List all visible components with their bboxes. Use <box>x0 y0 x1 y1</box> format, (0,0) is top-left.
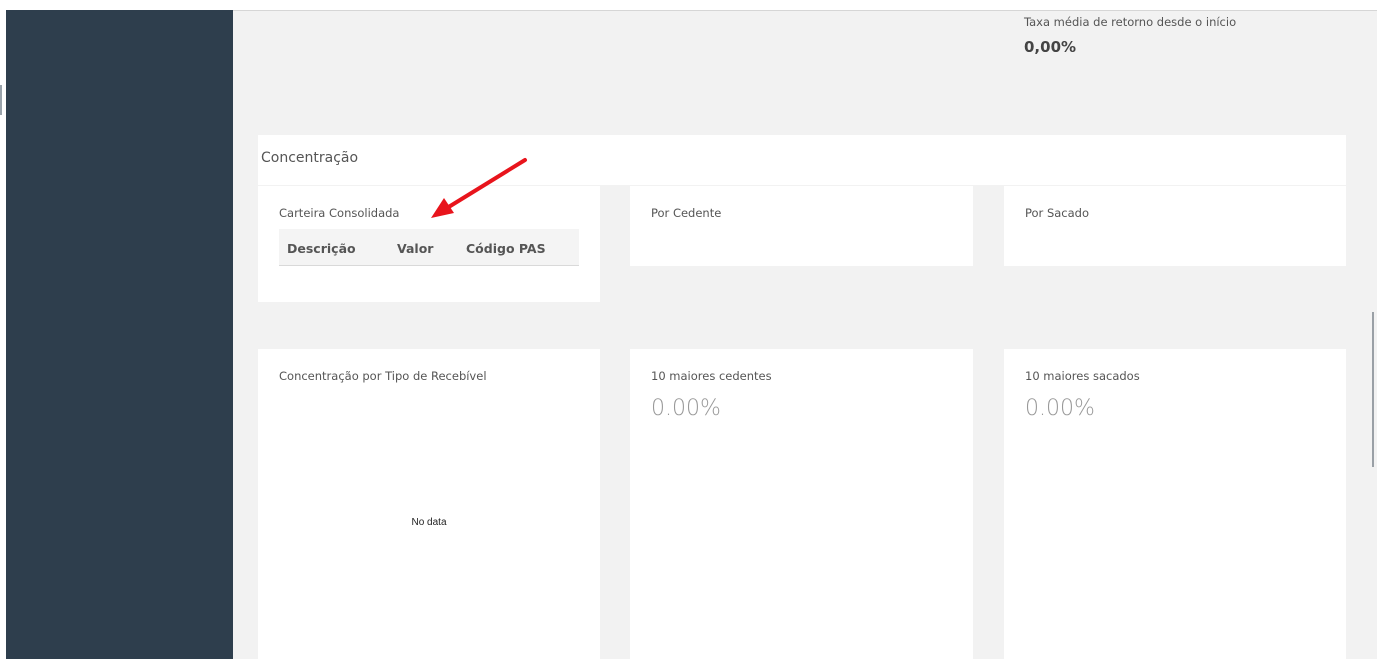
por-sacado-card: Por Sacado <box>1004 186 1346 266</box>
por-cedente-title: Por Cedente <box>651 206 722 220</box>
maiores-sacados-value: 0.00% <box>1025 396 1095 421</box>
concentracao-header: Concentração <box>258 135 1346 185</box>
tipo-recebivel-title: Concentração por Tipo de Recebível <box>279 369 487 383</box>
por-sacado-title: Por Sacado <box>1025 206 1089 220</box>
scrollbar[interactable] <box>1372 312 1374 467</box>
column-codigo-pas[interactable]: Código PAS <box>466 241 546 256</box>
column-descricao[interactable]: Descrição <box>287 241 356 256</box>
concentracao-title: Concentração <box>261 150 359 166</box>
maiores-cedentes-value: 0.00% <box>651 396 721 421</box>
maiores-cedentes-card: 10 maiores cedentes 0.00% <box>630 349 973 659</box>
carteira-table-header: Descrição Valor Código PAS <box>279 229 579 266</box>
tipo-recebivel-card: Concentração por Tipo de Recebível No da… <box>258 349 600 659</box>
maiores-cedentes-title: 10 maiores cedentes <box>651 369 772 383</box>
window-edge-marker <box>0 85 2 115</box>
carteira-consolidada-title: Carteira Consolidada <box>279 206 400 220</box>
por-cedente-card: Por Cedente <box>630 186 973 266</box>
maiores-sacados-title: 10 maiores sacados <box>1025 369 1140 383</box>
top-divider <box>233 10 1377 11</box>
column-valor[interactable]: Valor <box>397 241 433 256</box>
return-rate-value: 0,00% <box>1024 38 1077 56</box>
maiores-sacados-card: 10 maiores sacados 0.00% <box>1004 349 1346 659</box>
sidebar <box>6 10 233 659</box>
carteira-consolidada-card: Carteira Consolidada Descrição Valor Cód… <box>258 186 600 302</box>
return-rate-label: Taxa média de retorno desde o início <box>1024 15 1237 29</box>
no-data-message: No data <box>411 517 447 528</box>
